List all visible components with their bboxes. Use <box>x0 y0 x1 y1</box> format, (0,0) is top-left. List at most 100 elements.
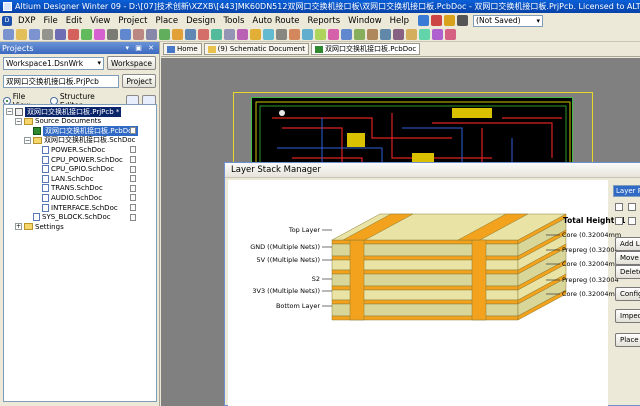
tree-item[interactable]: − 双网口交换机接口板.PrjPcb * <box>6 106 122 117</box>
toolbar-tool-icon[interactable] <box>445 29 456 40</box>
option-checkbox-2[interactable] <box>628 203 636 211</box>
toolbar-tool-icon[interactable] <box>341 29 352 40</box>
toolbar-tool-icon[interactable] <box>133 29 144 40</box>
toolbar-tool-icon[interactable] <box>94 29 105 40</box>
menu-design[interactable]: Design <box>182 16 219 26</box>
layer-pairs-combo[interactable]: Layer Pa <box>613 185 640 197</box>
toolbar-tool-icon[interactable] <box>146 29 157 40</box>
toolbar-tool-icon[interactable] <box>302 29 313 40</box>
tree-item[interactable]: + Settings <box>15 222 64 231</box>
layer-stack-diagram[interactable]: Top Layer GND ((Multiple Nets)) 5V ((Multi… <box>228 180 626 406</box>
place-button[interactable]: Place <box>615 333 640 347</box>
project-button[interactable]: Project <box>122 74 156 88</box>
tree-item[interactable]: CPU_GPIO.SchDoc <box>33 165 114 174</box>
menu-view[interactable]: View <box>86 16 114 26</box>
toolbar-tool-icon[interactable] <box>185 29 196 40</box>
toolbar-tool-icon[interactable] <box>198 29 209 40</box>
right-layer-label: Core (0.32004mm <box>562 231 622 239</box>
toolbar-tool-icon[interactable] <box>16 29 27 40</box>
document-tab[interactable]: (9) Schematic Document <box>203 43 309 55</box>
toolbar-tool-icon[interactable] <box>159 29 170 40</box>
toolbar-tool-icon[interactable] <box>3 29 14 40</box>
toolbar-tool-icon[interactable] <box>29 29 40 40</box>
collapse-icon[interactable]: − <box>6 108 13 115</box>
option-checkbox-1[interactable] <box>615 203 623 211</box>
menu-place[interactable]: Place <box>151 16 182 26</box>
document-tab[interactable]: 双网口交换机接口板.PcbDoc <box>310 43 421 55</box>
menu-window[interactable]: Window <box>344 16 386 26</box>
document-tab[interactable]: Home <box>163 43 202 55</box>
left-layer-label: Top Layer <box>288 226 320 234</box>
toolbar-tool-icon[interactable] <box>380 29 391 40</box>
toolbar-tool-icon[interactable] <box>354 29 365 40</box>
menu-file[interactable]: File <box>40 16 62 26</box>
toolbar-tool-icon[interactable] <box>250 29 261 40</box>
toolbar-tool-icon[interactable] <box>224 29 235 40</box>
tree-item[interactable]: LAN.SchDoc <box>33 174 94 183</box>
option-checkbox-4[interactable] <box>628 217 636 225</box>
collapse-icon[interactable]: − <box>24 136 31 144</box>
add-lay-button[interactable]: Add Lay <box>615 237 640 251</box>
toolbar-tool-icon[interactable] <box>81 29 92 40</box>
toolbar-tool-icon[interactable] <box>315 29 326 40</box>
tree-item[interactable]: INTERFACE.SchDoc <box>33 203 118 212</box>
left-layer-label: Bottom Layer <box>275 302 320 310</box>
delete-button[interactable]: Delete <box>615 265 640 279</box>
workspace-combo[interactable]: Workspace1.DsnWrk <box>3 56 104 70</box>
tree-item-label: LAN.SchDoc <box>51 174 94 183</box>
panel-controls-icon[interactable]: ▾ ▣ ✕ <box>126 44 156 52</box>
toolbar-tool-icon[interactable] <box>289 29 300 40</box>
folder-icon <box>24 223 33 231</box>
save-state-combo[interactable]: (Not Saved) <box>473 14 544 27</box>
toolbar-tool-icon[interactable] <box>263 29 274 40</box>
tree-item[interactable]: − Source Documents <box>15 117 101 126</box>
toolbar-tool-icon[interactable] <box>432 29 443 40</box>
project-name-field[interactable]: 双网口交换机接口板.PrjPcb <box>3 74 120 88</box>
toolbar-tool-icon[interactable] <box>68 29 79 40</box>
dxp-logo-icon[interactable]: D <box>2 15 12 26</box>
menu-project[interactable]: Project <box>114 16 151 26</box>
toolbar-tool-icon[interactable] <box>276 29 287 40</box>
config-button[interactable]: Config <box>615 287 640 301</box>
folder-icon <box>33 136 42 144</box>
expand-icon[interactable]: + <box>15 223 22 231</box>
tab-document-icon <box>167 45 175 53</box>
toolbar-tool-icon[interactable] <box>55 29 66 40</box>
move-l-button[interactable]: Move L <box>615 251 640 265</box>
menu-toolbar-icon[interactable] <box>444 15 456 26</box>
toolbar-tool-icon[interactable] <box>367 29 378 40</box>
option-checkbox-3[interactable] <box>615 217 623 225</box>
toolbar-tool-icon[interactable] <box>237 29 248 40</box>
tree-item[interactable]: AUDIO.SchDoc <box>33 193 102 202</box>
toolbar-tool-icon[interactable] <box>211 29 222 40</box>
menu-toolbar-icon[interactable] <box>457 15 469 26</box>
tree-item[interactable]: SYS_BLOCK.SchDoc <box>24 213 111 222</box>
toolbar-tool-icon[interactable] <box>42 29 53 40</box>
toolbar-tool-icon[interactable] <box>419 29 430 40</box>
toolbar-tool-icon[interactable] <box>406 29 417 40</box>
tree-item[interactable]: − 双网口交换机接口板.SchDoc <box>24 136 135 145</box>
tree-item[interactable]: TRANS.SchDoc <box>33 184 103 193</box>
toolbar-tool-icon[interactable] <box>120 29 131 40</box>
menu-tools[interactable]: Tools <box>219 16 248 26</box>
workspace-button[interactable]: Workspace <box>107 56 156 70</box>
tree-item[interactable]: CPU_POWER.SchDoc <box>33 155 123 164</box>
document-tab-bar: Home (9) Schematic Document 双网口交换机接口板.PcbD… <box>161 42 640 57</box>
menu-help[interactable]: Help <box>386 16 413 26</box>
menu-dxp[interactable]: DXP <box>14 16 40 26</box>
impeda-button[interactable]: Impeda <box>615 309 640 323</box>
menu-reports[interactable]: Reports <box>304 16 345 26</box>
menu-toolbar-icon[interactable] <box>418 15 430 26</box>
menu-auto-route[interactable]: Auto Route <box>248 16 303 26</box>
tree-item[interactable]: 双网口交换机接口板.PcbDoc <box>24 125 139 136</box>
collapse-icon[interactable]: − <box>15 117 22 125</box>
menu-toolbar-icon[interactable] <box>431 15 443 26</box>
right-layer-label: Prepreg (0.32004 <box>562 246 619 254</box>
toolbar-tool-icon[interactable] <box>328 29 339 40</box>
toolbar-tool-icon[interactable] <box>172 29 183 40</box>
menu-edit[interactable]: Edit <box>62 16 86 26</box>
tree-item[interactable]: POWER.SchDoc <box>33 145 105 154</box>
toolbar-tool-icon[interactable] <box>107 29 118 40</box>
toolbar-tool-icon[interactable] <box>393 29 404 40</box>
schematic-document-icon <box>42 155 49 164</box>
